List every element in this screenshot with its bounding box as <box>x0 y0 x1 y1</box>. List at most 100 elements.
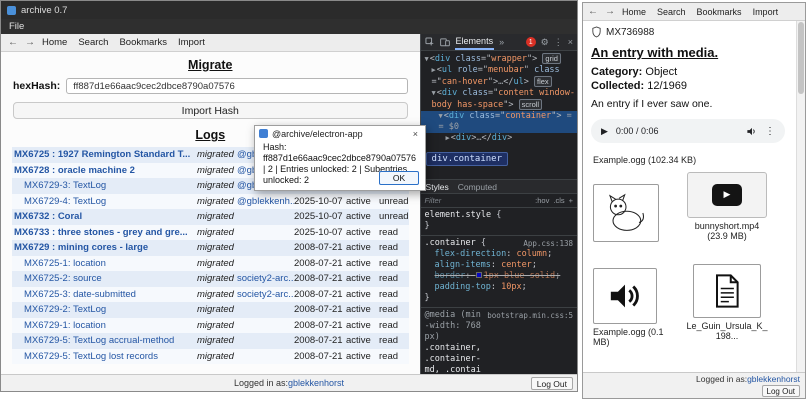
log-row[interactable]: MX6725-2: source migrated society2-arc... 2… <box>12 271 409 287</box>
hash-import-dialog: @archive/electron-app × Hash: ff887d1e66… <box>254 125 426 191</box>
log-entry-link[interactable]: MX6729-4: TextLog <box>14 196 197 207</box>
devtools-menu-icon[interactable]: ⋮ <box>554 37 563 48</box>
log-row[interactable]: MX6729-2: TextLog migrated 2008-07-21 activ… <box>12 302 409 318</box>
audio-menu-icon[interactable]: ⋮ <box>765 126 775 137</box>
audio-player[interactable]: ▶ 0:00 / 0:06 ⋮ <box>591 119 785 143</box>
toolbar-link-bookmarks[interactable]: Bookmarks <box>119 37 167 48</box>
toolbar-link-home[interactable]: Home <box>42 37 67 48</box>
toolbar-link-search[interactable]: Search <box>657 7 686 17</box>
styles-pane: element.style {} .container {App.css:138 f… <box>420 208 577 374</box>
log-read: unread <box>379 195 409 207</box>
hexhash-input[interactable] <box>66 78 408 94</box>
log-active: active <box>346 335 371 347</box>
audio-file-button[interactable] <box>593 267 657 324</box>
hov-toggle-icon[interactable]: :hov <box>535 196 549 205</box>
log-row[interactable]: MX6725-1: location migrated 2008-07-21 acti… <box>12 255 409 271</box>
logout-button[interactable]: Log Out <box>761 385 800 397</box>
play-icon[interactable]: ▶ <box>601 126 608 137</box>
forward-icon[interactable]: → <box>25 37 35 48</box>
log-entry-link[interactable]: MX6725-1: location <box>14 258 197 269</box>
dialog-titlebar[interactable]: @archive/electron-app × <box>255 126 425 141</box>
menu-file[interactable]: File <box>9 21 24 32</box>
log-status: migrated <box>197 195 234 207</box>
cls-toggle-icon[interactable]: .cls <box>553 196 564 205</box>
volume-icon[interactable] <box>746 126 757 137</box>
log-row[interactable]: MX6729-5: TextLog lost records migrated 20… <box>12 348 409 364</box>
more-tabs-icon[interactable]: » <box>499 37 504 47</box>
tab-computed[interactable]: Computed <box>458 182 497 192</box>
username-link[interactable]: gblekkenhorst <box>747 374 800 384</box>
log-user-link[interactable]: society2-arc... <box>237 273 294 284</box>
toolbar-link-bookmarks[interactable]: Bookmarks <box>697 7 742 17</box>
filter-input[interactable]: Filter <box>425 196 442 205</box>
log-entry-link[interactable]: MX6729-3: TextLog <box>14 180 197 191</box>
scrollbar-thumb[interactable] <box>798 22 804 94</box>
tab-elements[interactable]: Elements <box>454 35 495 50</box>
log-row[interactable]: MX6729-4: TextLog migrated @gblekkenh... 20… <box>12 193 409 209</box>
toolbar-link-import[interactable]: Import <box>753 7 779 17</box>
css-rule[interactable]: .container {App.css:138 flex-direction: c… <box>420 236 577 308</box>
log-row[interactable]: MX6729-5: TextLog accrual-method migrated… <box>12 333 409 349</box>
audio2-caption: Example.ogg (0.1 MB) <box>593 326 664 348</box>
devtools-close-icon[interactable]: × <box>568 37 573 47</box>
logout-button[interactable]: Log Out <box>530 377 573 390</box>
log-entry-link[interactable]: MX6729-2: TextLog <box>14 304 197 315</box>
dom-node[interactable]: ▼<div class="wrapper"> grid <box>421 53 577 65</box>
log-active: active <box>346 226 371 238</box>
log-entry-link[interactable]: MX6728 : oracle machine 2 <box>14 165 197 176</box>
log-row[interactable]: MX6729-1: location migrated 2008-07-21 acti… <box>12 317 409 333</box>
log-row[interactable]: MX6732 : Coral migrated 2025-10-07 active un… <box>12 209 409 225</box>
log-user-link[interactable]: society2-arc... <box>237 289 294 300</box>
image-thumbnail[interactable] <box>593 183 659 242</box>
dom-node[interactable]: ▶<div>…</div> <box>421 133 577 144</box>
entry-viewer-window: ← → Home Search Bookmarks Import MX736988 A… <box>582 2 806 399</box>
import-hash-button[interactable]: Import Hash <box>13 102 408 119</box>
log-user-link[interactable]: @gblekkenh... <box>237 196 294 207</box>
dialog-title: @archive/electron-app <box>272 128 363 139</box>
log-entry-link[interactable]: MX6725 : 1927 Remington Standard T... <box>14 149 197 160</box>
video-thumbnail[interactable]: ▶ <box>687 171 767 218</box>
device-toolbar-icon[interactable] <box>439 37 450 47</box>
dom-node[interactable]: ▶<ul role="menubar" class="can-hover">…<… <box>421 65 577 88</box>
log-entry-link[interactable]: MX6732 : Coral <box>14 211 197 222</box>
new-rule-icon[interactable]: + <box>569 196 573 205</box>
forward-icon[interactable]: → <box>605 6 615 17</box>
toolbar-link-home[interactable]: Home <box>622 7 646 17</box>
log-entry-link[interactable]: MX6725-2: source <box>14 273 197 284</box>
log-entry-link[interactable]: MX6729 : mining cores - large <box>14 242 197 253</box>
dialog-ok-button[interactable]: OK <box>379 171 419 185</box>
back-icon[interactable]: ← <box>8 37 18 48</box>
log-entry-link[interactable]: MX6729-1: location <box>14 320 197 331</box>
titlebar[interactable]: archive 0.7 <box>1 1 577 19</box>
log-entry-link[interactable]: MX6729-5: TextLog accrual-method <box>14 335 197 346</box>
log-entry-link[interactable]: MX6729-5: TextLog lost records <box>14 351 197 362</box>
document-button[interactable] <box>693 263 761 318</box>
toolbar-links: Home Search Bookmarks Import <box>622 7 789 17</box>
log-entry-link[interactable]: MX6725-3: date-submitted <box>14 289 197 300</box>
log-row[interactable]: MX6729 : mining cores - large migrated 200… <box>12 240 409 256</box>
scrollbar[interactable] <box>796 21 805 372</box>
log-status: migrated <box>197 319 234 331</box>
log-read: read <box>379 335 399 347</box>
toolbar-link-import[interactable]: Import <box>178 37 205 48</box>
inspect-icon[interactable] <box>424 37 435 47</box>
toolbar-link-search[interactable]: Search <box>78 37 108 48</box>
dialog-close-icon[interactable]: × <box>410 129 421 139</box>
log-row[interactable]: MX6733 : three stones - grey and gre... m… <box>12 224 409 240</box>
video-name: bunnyshort.mp4 <box>694 220 760 231</box>
dom-node[interactable]: ▼<div class="container"> == $0 <box>420 111 577 133</box>
element-highlight-tooltip: div.container <box>425 152 508 166</box>
log-date: 2025-10-07 <box>294 195 343 207</box>
username-link[interactable]: gblekkenhorst <box>288 378 344 388</box>
error-count-badge[interactable]: 1 <box>525 37 536 47</box>
dom-node[interactable]: ▼<div class="content window-body has-spa… <box>421 88 577 111</box>
back-icon[interactable]: ← <box>588 6 598 17</box>
tab-styles[interactable]: Styles <box>426 182 449 192</box>
log-entry-link[interactable]: MX6733 : three stones - grey and gre... <box>14 227 197 238</box>
css-rule[interactable]: element.style {} <box>420 208 577 236</box>
video-play-icon[interactable]: ▶ <box>712 183 742 206</box>
log-active: active <box>346 195 371 207</box>
css-rule[interactable]: @media (min-width: 768px) .container, .co… <box>421 308 577 374</box>
log-row[interactable]: MX6725-3: date-submitted migrated society2… <box>12 286 409 302</box>
settings-gear-icon[interactable]: ⚙ <box>541 37 549 48</box>
